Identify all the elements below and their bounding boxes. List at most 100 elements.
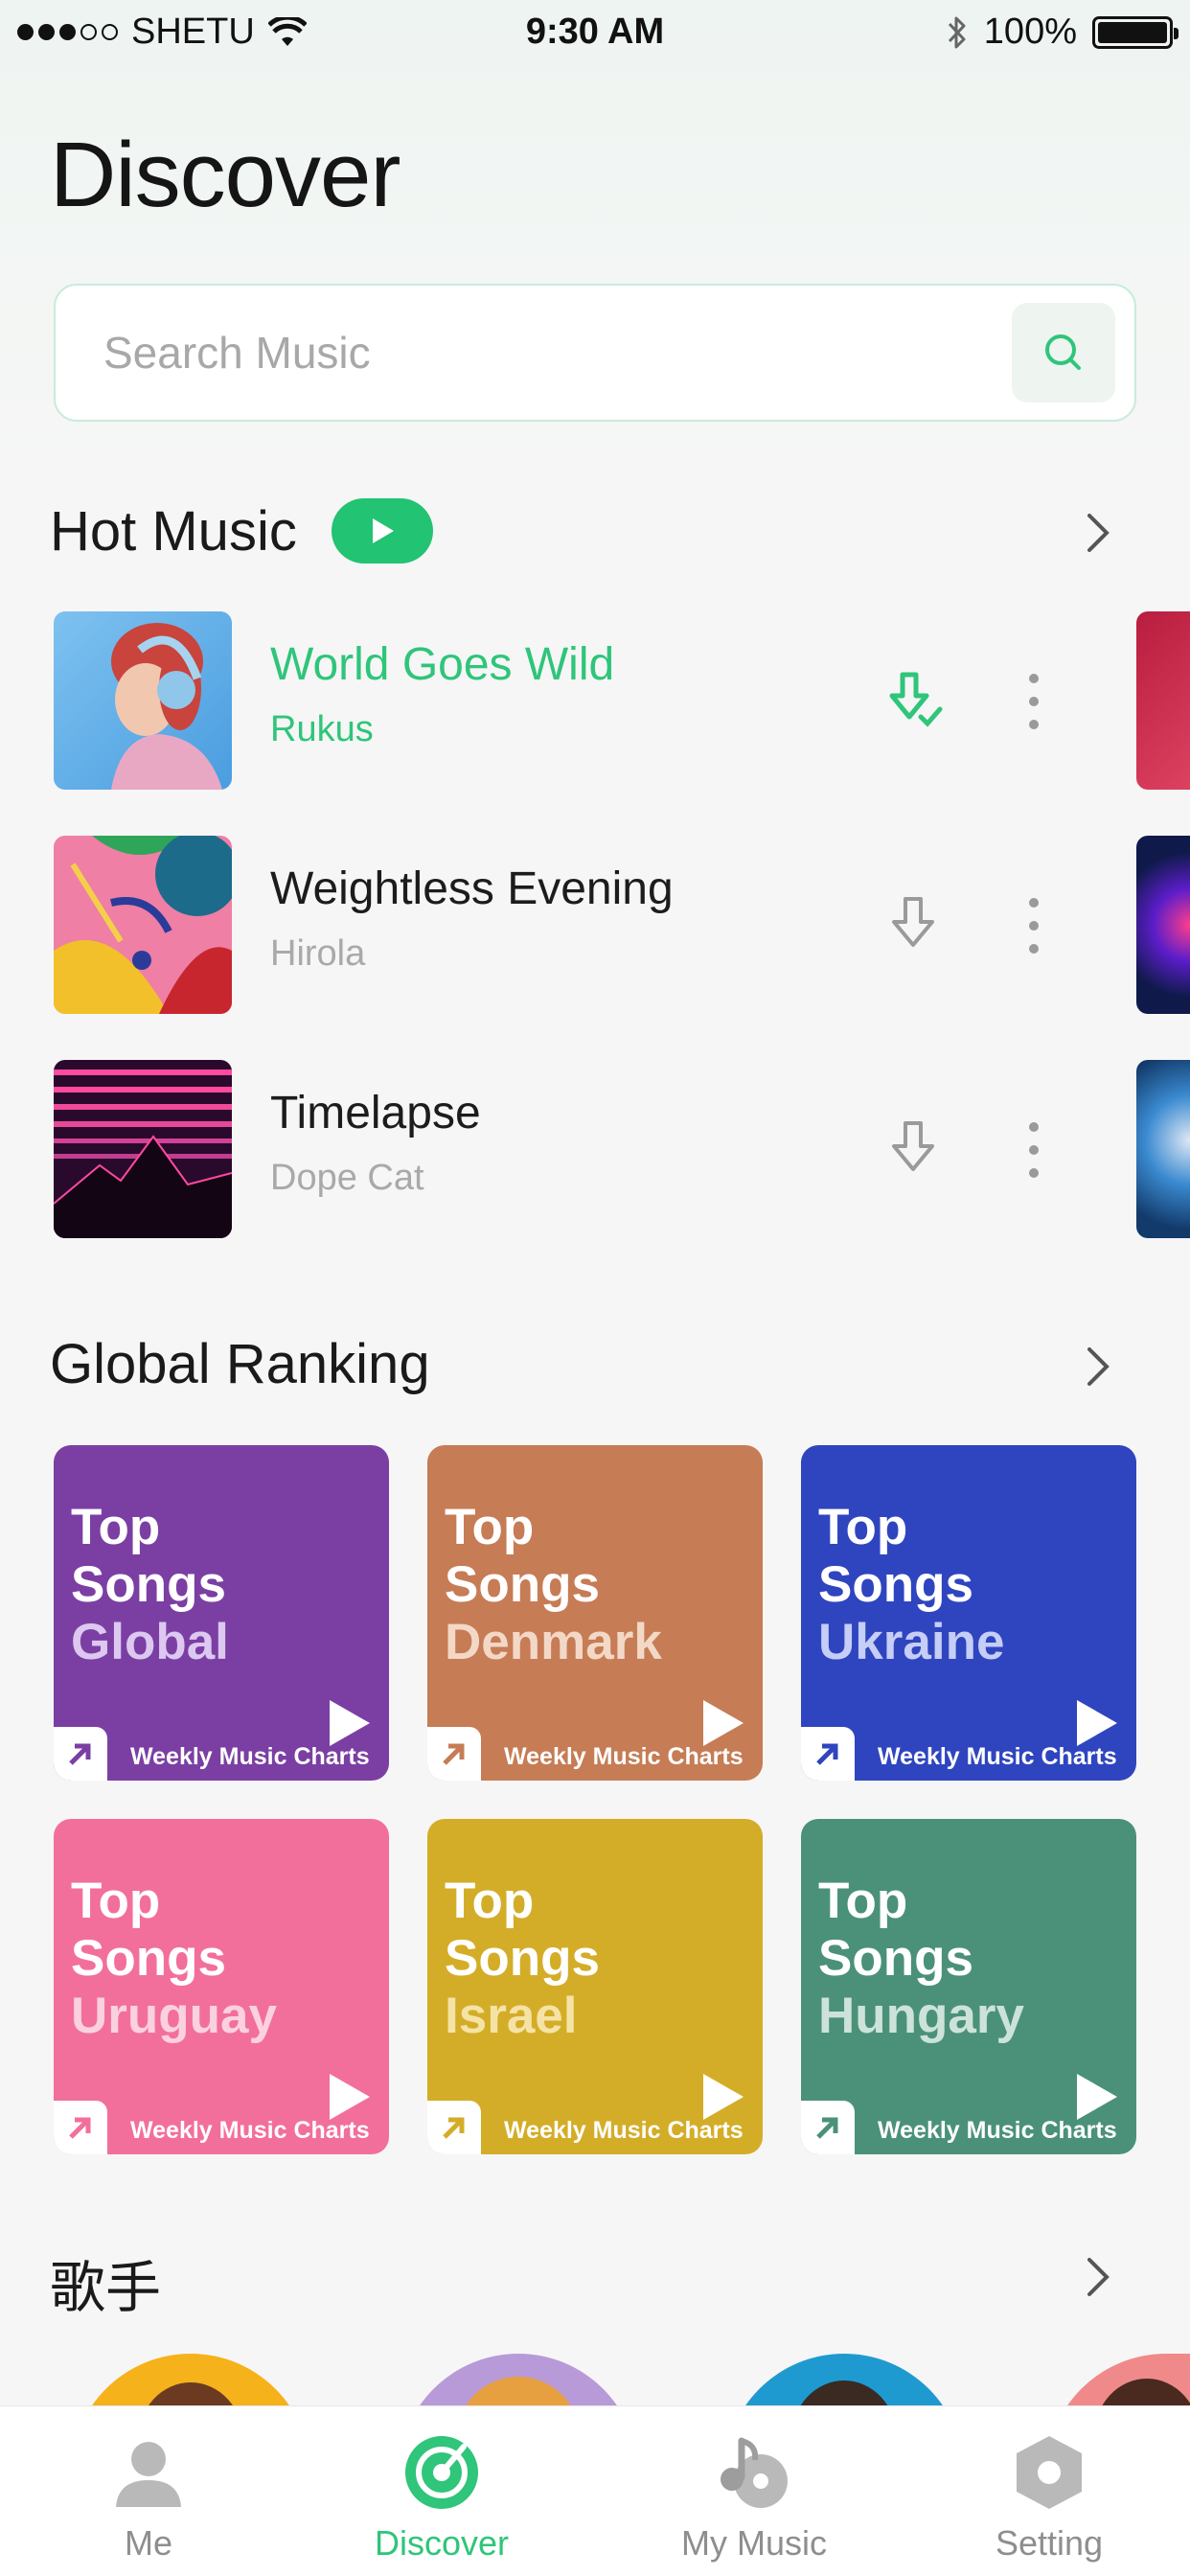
person-icon: [0, 2429, 297, 2516]
chart-card-text: Top Songs Israel: [445, 1873, 600, 2045]
tab-label: Me: [124, 2523, 172, 2563]
song-title: World Goes Wild: [270, 639, 615, 690]
more-options-button[interactable]: [1010, 665, 1058, 738]
song-artist: Dope Cat: [270, 1158, 424, 1198]
global-ranking-more-button[interactable]: [1079, 1338, 1117, 1395]
battery-percent: 100%: [983, 12, 1077, 52]
chart-card[interactable]: Top Songs Denmark Weekly Music Charts: [427, 1445, 763, 1781]
tab-label: Discover: [374, 2523, 510, 2563]
chevron-right-icon: [1087, 1347, 1110, 1386]
search-button[interactable]: [1012, 303, 1115, 402]
download-button[interactable]: [876, 1114, 952, 1186]
trend-arrow-icon: [427, 2101, 481, 2154]
album-art: [54, 1060, 232, 1238]
play-icon: [703, 1700, 744, 1746]
chart-card-subtitle: Weekly Music Charts: [878, 1743, 1117, 1770]
tab-discover[interactable]: Discover: [293, 2406, 590, 2576]
album-art: [54, 611, 232, 790]
song-row[interactable]: World Goes Wild Rukus: [54, 611, 1136, 790]
search-icon: [1045, 334, 1081, 370]
chart-card[interactable]: Top Songs Ukraine Weekly Music Charts: [801, 1445, 1136, 1781]
chart-card-subtitle: Weekly Music Charts: [504, 1743, 744, 1770]
download-button[interactable]: [876, 665, 952, 738]
play-all-button[interactable]: [331, 498, 433, 564]
search-bar: [54, 284, 1136, 422]
chart-card-line1: Top: [818, 1873, 908, 1929]
more-options-button[interactable]: [1010, 1114, 1058, 1186]
chart-card-line2: Songs: [71, 1556, 226, 1613]
chart-card-line1: Top: [818, 1499, 908, 1555]
global-ranking-title: Global Ranking: [50, 1333, 430, 1395]
chart-card[interactable]: Top Songs Uruguay Weekly Music Charts: [54, 1819, 389, 2154]
tab-label: My Music: [681, 2523, 827, 2563]
chart-card-country: Uruguay: [71, 1988, 277, 2044]
chart-card-subtitle: Weekly Music Charts: [504, 2117, 744, 2144]
song-title: Weightless Evening: [270, 863, 674, 914]
battery-icon: [1092, 15, 1179, 49]
play-icon: [330, 2074, 370, 2120]
download-button[interactable]: [876, 889, 952, 962]
trend-arrow-icon: [801, 2101, 855, 2154]
chart-card-text: Top Songs Ukraine: [818, 1499, 1004, 1671]
song-artist: Rukus: [270, 709, 374, 749]
chart-card-line1: Top: [445, 1499, 535, 1555]
play-icon: [1077, 2074, 1117, 2120]
chart-card-country: Global: [71, 1614, 229, 1670]
downloaded-icon: [889, 672, 943, 727]
tab-me[interactable]: Me: [0, 2406, 297, 2576]
singers-more-button[interactable]: [1079, 2248, 1117, 2306]
song-title: Timelapse: [270, 1088, 481, 1138]
search-input[interactable]: [103, 286, 966, 420]
play-icon: [372, 518, 394, 543]
album-art: [1136, 611, 1190, 790]
tab-my-music[interactable]: My Music: [606, 2406, 903, 2576]
header-background: [0, 0, 1190, 498]
chart-card-text: Top Songs Hungary: [818, 1873, 1024, 2045]
song-row[interactable]: Weightless Evening Hirola: [54, 836, 1136, 1014]
album-art: [1136, 1060, 1190, 1238]
trend-arrow-icon: [801, 1727, 855, 1781]
chart-card-subtitle: Weekly Music Charts: [878, 2117, 1117, 2144]
play-icon: [703, 2074, 744, 2120]
hot-music-title: Hot Music: [50, 499, 297, 563]
tab-setting[interactable]: Setting: [901, 2406, 1190, 2576]
tab-label: Setting: [995, 2523, 1104, 2563]
discover-icon: [293, 2429, 590, 2516]
chart-card-text: Top Songs Global: [71, 1499, 229, 1671]
chart-card-country: Hungary: [818, 1988, 1024, 2044]
chart-card[interactable]: Top Songs Hungary Weekly Music Charts: [801, 1819, 1136, 2154]
trend-arrow-icon: [427, 1727, 481, 1781]
trend-arrow-icon: [54, 2101, 107, 2154]
chevron-right-icon: [1087, 514, 1110, 552]
play-icon: [1077, 1700, 1117, 1746]
download-icon: [892, 897, 934, 947]
chart-card-line1: Top: [445, 1873, 535, 1929]
chart-card[interactable]: Top Songs Israel Weekly Music Charts: [427, 1819, 763, 2154]
status-right: 100%: [946, 12, 1179, 53]
hot-music-more-button[interactable]: [1079, 504, 1117, 562]
chart-card-country: Israel: [445, 1988, 578, 2044]
album-art: [1136, 836, 1190, 1014]
singers-header: 歌手: [50, 2242, 161, 2323]
trend-arrow-icon: [54, 1727, 107, 1781]
chart-card-line2: Songs: [445, 1556, 600, 1613]
play-icon: [330, 1700, 370, 1746]
chart-card-line2: Songs: [71, 1930, 226, 1987]
chart-card[interactable]: Top Songs Global Weekly Music Charts: [54, 1445, 389, 1781]
hot-music-header: Hot Music: [50, 498, 433, 564]
settings-hexagon-icon: [901, 2429, 1190, 2516]
chart-card-country: Denmark: [445, 1614, 662, 1670]
song-row[interactable]: Timelapse Dope Cat: [54, 1060, 1136, 1238]
chart-card-subtitle: Weekly Music Charts: [130, 1743, 370, 1770]
status-bar: SHETU 9:30 AM 100%: [0, 0, 1190, 67]
chart-card-line1: Top: [71, 1499, 161, 1555]
chart-card-line2: Songs: [818, 1930, 973, 1987]
song-artist: Hirola: [270, 933, 366, 974]
bluetooth-icon: [948, 16, 966, 48]
chart-card-text: Top Songs Denmark: [445, 1499, 662, 1671]
download-icon: [892, 1121, 934, 1171]
album-art: [54, 836, 232, 1014]
global-ranking-header: Global Ranking: [50, 1332, 430, 1396]
more-options-button[interactable]: [1010, 889, 1058, 962]
chart-card-country: Ukraine: [818, 1614, 1005, 1670]
